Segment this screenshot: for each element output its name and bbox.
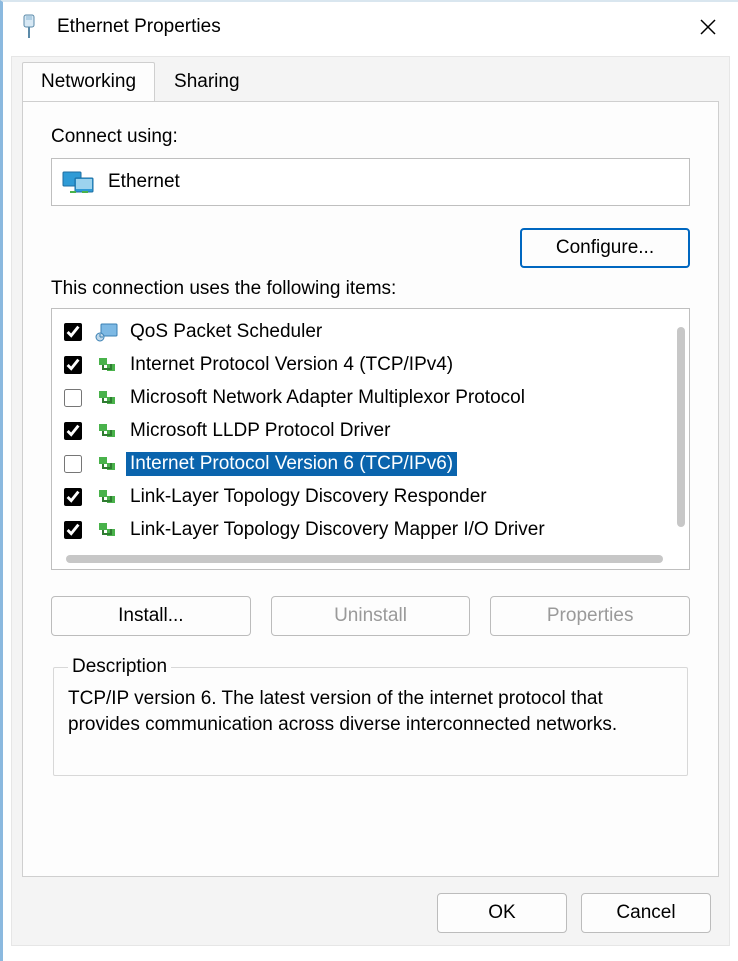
configure-button[interactable]: Configure... (520, 228, 690, 268)
item-label: Link-Layer Topology Discovery Mapper I/O… (126, 518, 549, 542)
description-heading: Description (68, 656, 171, 678)
item-label: Internet Protocol Version 4 (TCP/IPv4) (126, 353, 457, 377)
install-button[interactable]: Install... (51, 596, 251, 636)
vertical-scrollbar[interactable] (677, 327, 685, 527)
description-text: TCP/IP version 6. The latest version of … (68, 686, 673, 737)
item-label: Internet Protocol Version 6 (TCP/IPv6) (126, 452, 457, 476)
connect-using-label: Connect using: (51, 126, 690, 148)
uninstall-button: Uninstall (271, 596, 471, 636)
window-title: Ethernet Properties (57, 16, 221, 38)
ok-button[interactable]: OK (437, 893, 567, 933)
protocol-icon (94, 487, 120, 507)
items-row[interactable]: Microsoft LLDP Protocol Driver (62, 414, 667, 447)
item-checkbox[interactable] (64, 488, 82, 506)
item-label: QoS Packet Scheduler (126, 320, 326, 344)
adapter-box[interactable]: Ethernet (51, 158, 690, 206)
items-row[interactable]: Link-Layer Topology Discovery Mapper I/O… (62, 513, 667, 546)
item-checkbox[interactable] (64, 422, 82, 440)
protocol-icon (94, 454, 120, 474)
item-label: Microsoft LLDP Protocol Driver (126, 419, 394, 443)
protocol-icon (94, 355, 120, 375)
description-group: Description TCP/IP version 6. The latest… (53, 656, 688, 776)
ethernet-icon (15, 13, 43, 41)
items-listbox[interactable]: QoS Packet Scheduler Internet Protocol Ve… (51, 308, 690, 570)
item-checkbox[interactable] (64, 521, 82, 539)
adapter-name: Ethernet (108, 171, 180, 193)
items-row[interactable]: Microsoft Network Adapter Multiplexor Pr… (62, 381, 667, 414)
qos-icon (94, 322, 120, 342)
items-row[interactable]: Internet Protocol Version 6 (TCP/IPv6) (62, 447, 667, 480)
close-button[interactable] (688, 7, 728, 47)
items-row[interactable]: Internet Protocol Version 4 (TCP/IPv4) (62, 348, 667, 381)
item-checkbox[interactable] (64, 356, 82, 374)
cancel-button[interactable]: Cancel (581, 893, 711, 933)
networking-panel: Connect using: Ethernet Configure... Thi… (22, 101, 719, 877)
items-label: This connection uses the following items… (51, 278, 690, 300)
protocol-icon (94, 421, 120, 441)
item-checkbox[interactable] (64, 455, 82, 473)
item-label: Microsoft Network Adapter Multiplexor Pr… (126, 386, 529, 410)
item-checkbox[interactable] (64, 323, 82, 341)
items-row[interactable]: QoS Packet Scheduler (62, 315, 667, 348)
item-checkbox[interactable] (64, 389, 82, 407)
tab-networking[interactable]: Networking (22, 62, 155, 104)
properties-button: Properties (490, 596, 690, 636)
tab-sharing[interactable]: Sharing (155, 62, 259, 104)
protocol-icon (94, 388, 120, 408)
network-adapter-icon (62, 170, 94, 194)
item-label: Link-Layer Topology Discovery Responder (126, 485, 491, 509)
protocol-icon (94, 520, 120, 540)
horizontal-scrollbar[interactable] (66, 555, 663, 563)
tab-strip: Networking Sharing (22, 61, 729, 103)
items-row[interactable]: Link-Layer Topology Discovery Responder (62, 480, 667, 513)
